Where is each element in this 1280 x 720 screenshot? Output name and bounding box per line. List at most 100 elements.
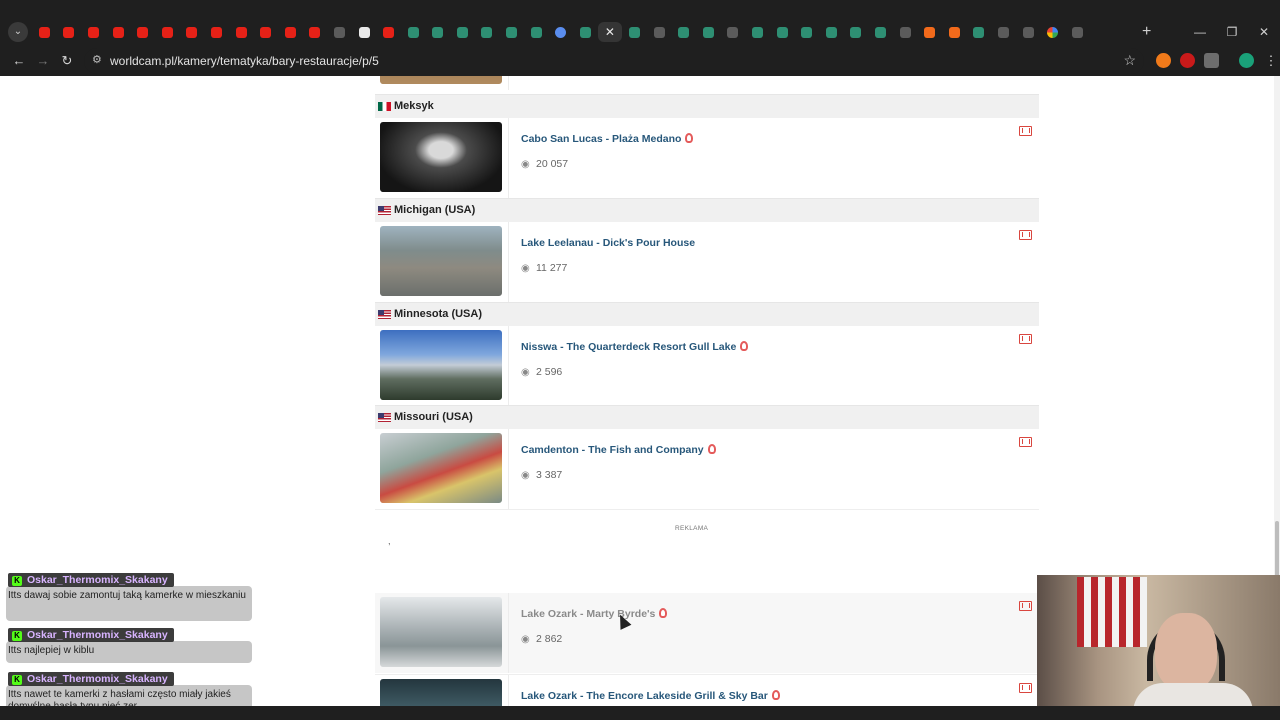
camera-thumbnail[interactable] <box>380 122 502 192</box>
browser-tab[interactable] <box>819 22 844 42</box>
browser-tab[interactable] <box>991 22 1016 42</box>
list-item[interactable]: Lake Ozark - The Encore Lakeside Grill &… <box>375 674 1039 706</box>
kick-badge-icon: K <box>12 576 22 586</box>
video-icon[interactable] <box>1019 683 1032 693</box>
camera-title-link[interactable]: Lake Ozark - Marty Byrde's <box>521 608 668 620</box>
tab-favicon-icon <box>456 26 468 38</box>
list-item[interactable]: Camdenton - The Fish and Company ◉ 3 387 <box>375 429 1039 509</box>
browser-tab[interactable] <box>475 22 500 42</box>
browser-tab[interactable] <box>647 22 672 42</box>
browser-tab[interactable] <box>130 22 155 42</box>
camera-thumbnail[interactable] <box>380 679 502 706</box>
tab-favicon-icon <box>235 26 247 38</box>
video-icon[interactable] <box>1019 230 1032 240</box>
browser-tab[interactable] <box>794 22 819 42</box>
camera-thumbnail[interactable] <box>380 76 502 84</box>
browser-tab[interactable] <box>770 22 795 42</box>
browser-tab[interactable] <box>917 22 942 42</box>
address-bar[interactable]: ⚙ worldcam.pl/kamery/tematyka/bary-resta… <box>84 48 1144 74</box>
eye-icon: ◉ <box>521 367 530 378</box>
camera-thumbnail[interactable] <box>380 433 502 503</box>
extension-orange-icon[interactable] <box>1156 53 1171 68</box>
list-item[interactable] <box>375 76 1039 90</box>
browser-tab[interactable] <box>844 22 869 42</box>
browser-tab[interactable] <box>81 22 106 42</box>
flag-mexico-icon <box>378 102 391 111</box>
tab-favicon-icon <box>506 26 518 38</box>
camera-title-link[interactable]: Camdenton - The Fish and Company <box>521 444 716 456</box>
minimize-icon[interactable]: — <box>1184 22 1216 42</box>
browser-menu-icon[interactable]: ⋮ <box>1262 52 1280 70</box>
browser-tab[interactable] <box>967 22 992 42</box>
browser-tab[interactable] <box>376 22 401 42</box>
new-tab-button[interactable]: + <box>1142 22 1151 42</box>
browser-tab[interactable] <box>204 22 229 42</box>
browser-tab[interactable] <box>106 22 131 42</box>
browser-tab[interactable] <box>893 22 918 42</box>
browser-tab[interactable] <box>426 22 451 42</box>
browser-tab[interactable] <box>229 22 254 42</box>
close-window-icon[interactable]: ✕ <box>1248 22 1280 42</box>
kick-badge-icon: K <box>12 631 22 641</box>
back-button[interactable]: ← <box>10 52 28 70</box>
browser-tab[interactable] <box>868 22 893 42</box>
browser-tab[interactable] <box>1016 22 1041 42</box>
camera-thumbnail[interactable] <box>380 597 502 667</box>
camera-title-link[interactable]: Cabo San Lucas - Plaża Medano <box>521 133 694 145</box>
tab-search-icon[interactable]: ⌄ <box>8 22 28 42</box>
browser-tab[interactable] <box>696 22 721 42</box>
browser-tab[interactable] <box>180 22 205 42</box>
browser-tab[interactable] <box>57 22 82 42</box>
tab-favicon-icon <box>629 26 641 38</box>
browser-tab[interactable] <box>745 22 770 42</box>
browser-tab[interactable] <box>278 22 303 42</box>
browser-tab[interactable] <box>401 22 426 42</box>
camera-title-link[interactable]: Nisswa - The Quarterdeck Resort Gull Lak… <box>521 341 749 353</box>
active-tab[interactable]: ✕ <box>597 22 623 42</box>
restore-icon[interactable]: ❐ <box>1216 22 1248 42</box>
flag-usa-icon <box>378 206 391 215</box>
extensions-puzzle-icon[interactable] <box>1204 53 1219 68</box>
browser-tab[interactable] <box>1065 22 1090 42</box>
camera-title-link[interactable]: Lake Ozark - The Encore Lakeside Grill &… <box>521 690 780 702</box>
browser-tab[interactable] <box>548 22 573 42</box>
browser-tab[interactable] <box>327 22 352 42</box>
camera-thumbnail[interactable] <box>380 226 502 296</box>
browser-tab[interactable] <box>155 22 180 42</box>
forward-button[interactable]: → <box>34 52 52 70</box>
browser-tab[interactable] <box>32 22 57 42</box>
browser-tab[interactable] <box>303 22 328 42</box>
browser-tab[interactable] <box>573 22 598 42</box>
url-text[interactable]: worldcam.pl/kamery/tematyka/bary-restaur… <box>110 54 379 68</box>
video-icon[interactable] <box>1019 334 1032 344</box>
group-header-minnesota: Minnesota (USA) <box>375 302 1039 326</box>
reload-button[interactable]: ↻ <box>58 52 76 70</box>
extension-red-icon[interactable] <box>1180 53 1195 68</box>
list-item[interactable]: Lake Ozark - Marty Byrde's ◉ 2 862 <box>375 593 1039 673</box>
profile-avatar[interactable] <box>1239 53 1254 68</box>
browser-tab[interactable] <box>524 22 549 42</box>
site-info-icon[interactable]: ⚙ <box>92 53 102 66</box>
list-item[interactable]: Nisswa - The Quarterdeck Resort Gull Lak… <box>375 326 1039 406</box>
camera-thumbnail[interactable] <box>380 330 502 400</box>
browser-tab[interactable] <box>671 22 696 42</box>
video-icon[interactable] <box>1019 437 1032 447</box>
browser-tab[interactable] <box>1040 22 1065 42</box>
browser-tab[interactable] <box>253 22 278 42</box>
group-header-meksyk: Meksyk <box>375 94 1039 118</box>
video-icon[interactable] <box>1019 126 1032 136</box>
close-tab-icon[interactable]: ✕ <box>605 25 615 39</box>
browser-tab[interactable] <box>622 22 647 42</box>
browser-tab[interactable] <box>450 22 475 42</box>
browser-tab[interactable] <box>499 22 524 42</box>
browser-tab[interactable] <box>942 22 967 42</box>
browser-tab[interactable] <box>721 22 746 42</box>
camera-title-link[interactable]: Lake Leelanau - Dick's Pour House <box>521 237 695 249</box>
video-icon[interactable] <box>1019 601 1032 611</box>
bookmark-star-icon[interactable]: ☆ <box>1123 52 1136 69</box>
browser-toolbar: ← → ↻ ⚙ worldcam.pl/kamery/tematyka/bary… <box>0 46 1280 76</box>
list-item[interactable]: Cabo San Lucas - Plaża Medano ◉ 20 057 <box>375 118 1039 198</box>
list-item[interactable]: Lake Leelanau - Dick's Pour House ◉ 11 27… <box>375 222 1039 302</box>
tab-favicon-icon <box>727 26 739 38</box>
browser-tab[interactable] <box>352 22 377 42</box>
